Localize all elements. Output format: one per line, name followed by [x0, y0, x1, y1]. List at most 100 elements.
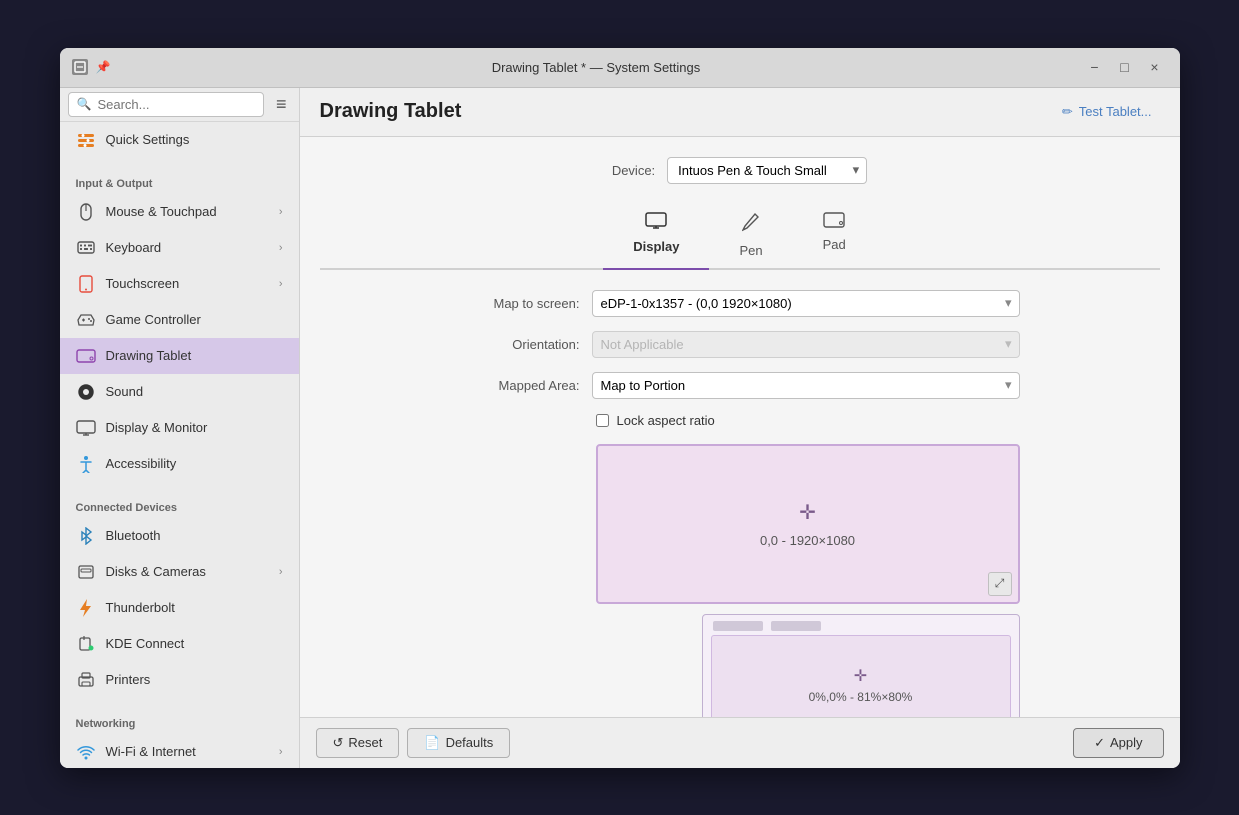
disks-icon: [76, 562, 96, 582]
reset-label: Reset: [348, 735, 382, 750]
tablet-top-bar: [703, 615, 1019, 635]
edit-icon: ✏: [1062, 104, 1073, 120]
content-body: Device: Intuos Pen & Touch Small: [300, 137, 1180, 717]
pin-icon[interactable]: 📌: [96, 60, 111, 74]
apply-label: Apply: [1110, 735, 1143, 750]
reset-icon: ↺: [333, 735, 344, 751]
sidebar-item-keyboard[interactable]: Keyboard ›: [60, 230, 299, 266]
sidebar-item-gamecontroller[interactable]: Game Controller: [60, 302, 299, 338]
apply-button[interactable]: ✓ Apply: [1073, 728, 1163, 758]
touchscreen-icon: [76, 274, 96, 294]
keyboard-icon: [76, 238, 96, 258]
device-label: Device:: [612, 163, 655, 178]
search-input[interactable]: [97, 97, 255, 112]
printers-icon: [76, 670, 96, 690]
tab-display-icon: [645, 212, 667, 235]
lock-aspect-label[interactable]: Lock aspect ratio: [617, 413, 715, 428]
test-tablet-button[interactable]: ✏ Test Tablet...: [1054, 100, 1160, 124]
sidebar-item-touchscreen[interactable]: Touchscreen ›: [60, 266, 299, 302]
thunderbolt-icon: [76, 598, 96, 618]
keyboard-label: Keyboard: [106, 240, 162, 255]
menu-icon[interactable]: ≡: [272, 94, 291, 115]
touchscreen-label: Touchscreen: [106, 276, 180, 291]
map-main-container: ✛ 0,0 - 1920×1080 ⤢: [596, 444, 1020, 604]
sidebar-item-mouse[interactable]: Mouse & Touchpad ›: [60, 194, 299, 230]
display-icon: [76, 418, 96, 438]
tabs-row: Display Pen: [320, 204, 1160, 270]
maximize-button[interactable]: □: [1112, 54, 1138, 80]
device-select-wrapper: Intuos Pen & Touch Small: [667, 157, 867, 184]
device-select[interactable]: Intuos Pen & Touch Small: [667, 157, 867, 184]
apply-icon: ✓: [1094, 735, 1105, 751]
sidebar-item-kde[interactable]: KDE Connect: [60, 626, 299, 662]
map-to-screen-select[interactable]: eDP-1-0x1357 - (0,0 1920×1080): [592, 290, 1020, 317]
sound-icon: [76, 382, 96, 402]
sidebar-top-actions: 🔍 ≡: [60, 88, 299, 122]
printers-label: Printers: [106, 672, 151, 687]
tab-pad[interactable]: Pad: [793, 204, 876, 270]
bluetooth-icon: [76, 526, 96, 546]
map-to-screen-label: Map to screen:: [460, 296, 580, 311]
kde-icon: [76, 634, 96, 654]
orientation-select-wrap: Not Applicable: [592, 331, 1020, 358]
gamecontroller-icon: [76, 310, 96, 330]
defaults-button[interactable]: 📄 Defaults: [407, 728, 510, 758]
sidebar-item-quick-settings[interactable]: Quick Settings: [60, 122, 299, 158]
orientation-control: Not Applicable: [592, 331, 1020, 358]
keyboard-chevron-icon: ›: [279, 242, 283, 254]
lock-aspect-checkbox[interactable]: [596, 414, 609, 427]
wifi-label: Wi-Fi & Internet: [106, 744, 196, 759]
tablet-map-area[interactable]: ✛ 0%,0% - 81%×80%: [711, 635, 1011, 717]
mouse-icon: [76, 202, 96, 222]
close-button[interactable]: ×: [1142, 54, 1168, 80]
thunderbolt-label: Thunderbolt: [106, 600, 175, 615]
disks-label: Disks & Cameras: [106, 564, 206, 579]
defaults-label: Defaults: [446, 735, 494, 750]
gamecontroller-label: Game Controller: [106, 312, 201, 327]
map-main-display[interactable]: ✛ 0,0 - 1920×1080 ⤢: [596, 444, 1020, 604]
tab-display-label: Display: [633, 239, 679, 254]
content-footer: ↺ Reset 📄 Defaults ✓ Apply: [300, 717, 1180, 768]
mapped-area-select[interactable]: Map to Full Area Map to Portion: [592, 372, 1020, 399]
minimize-button[interactable]: −: [1082, 54, 1108, 80]
reset-button[interactable]: ↺ Reset: [316, 728, 400, 758]
sidebar-item-accessibility[interactable]: Accessibility: [60, 446, 299, 482]
sidebar-item-sound[interactable]: Sound: [60, 374, 299, 410]
tablet-bar-btn-2: [771, 621, 821, 631]
sidebar-item-thunderbolt[interactable]: Thunderbolt: [60, 590, 299, 626]
sidebar-item-display[interactable]: Display & Monitor: [60, 410, 299, 446]
settings-form: Map to screen: eDP-1-0x1357 - (0,0 1920×…: [460, 290, 1020, 717]
accessibility-icon: [76, 454, 96, 474]
main-content: 🔍 ≡ Quick Settings: [60, 88, 1180, 768]
defaults-icon: 📄: [424, 735, 440, 751]
mapped-area-row: Mapped Area: Map to Full Area Map to Por…: [460, 372, 1020, 399]
map-resize-button[interactable]: ⤢: [988, 572, 1012, 596]
sidebar-item-drawingtablet[interactable]: Drawing Tablet: [60, 338, 299, 374]
accessibility-label: Accessibility: [106, 456, 177, 471]
drawingtablet-icon: [76, 346, 96, 366]
titlebar-left: 📌: [72, 59, 111, 75]
map-area: ✛ 0,0 - 1920×1080 ⤢: [460, 444, 1020, 717]
mapped-area-select-wrap: Map to Full Area Map to Portion: [592, 372, 1020, 399]
tab-pen-label: Pen: [739, 243, 762, 258]
sidebar-item-printers[interactable]: Printers: [60, 662, 299, 698]
sidebar-item-bluetooth[interactable]: Bluetooth: [60, 518, 299, 554]
orientation-select: Not Applicable: [592, 331, 1020, 358]
map-to-screen-control: eDP-1-0x1357 - (0,0 1920×1080): [592, 290, 1020, 317]
tablet-bar-btn-1: [713, 621, 763, 631]
search-box: 🔍: [68, 92, 264, 117]
sidebar-item-disks[interactable]: Disks & Cameras ›: [60, 554, 299, 590]
tablet-coords: 0%,0% - 81%×80%: [809, 690, 913, 704]
resize-icon: ⤢: [995, 576, 1005, 591]
wifi-chevron-icon: ›: [279, 746, 283, 758]
sidebar-item-wifi[interactable]: Wi-Fi & Internet ›: [60, 734, 299, 768]
quick-settings-label: Quick Settings: [106, 132, 190, 147]
map-main-coords: 0,0 - 1920×1080: [760, 533, 855, 548]
tablet-preview-container: ✛ 0%,0% - 81%×80% ⤢: [702, 614, 1020, 717]
page-title: Drawing Tablet: [320, 100, 1054, 123]
tab-display[interactable]: Display: [603, 204, 709, 270]
wifi-icon: [76, 742, 96, 762]
mapped-area-label: Mapped Area:: [460, 378, 580, 393]
tablet-move-icon: ✛: [854, 666, 867, 686]
tab-pen[interactable]: Pen: [709, 204, 792, 270]
